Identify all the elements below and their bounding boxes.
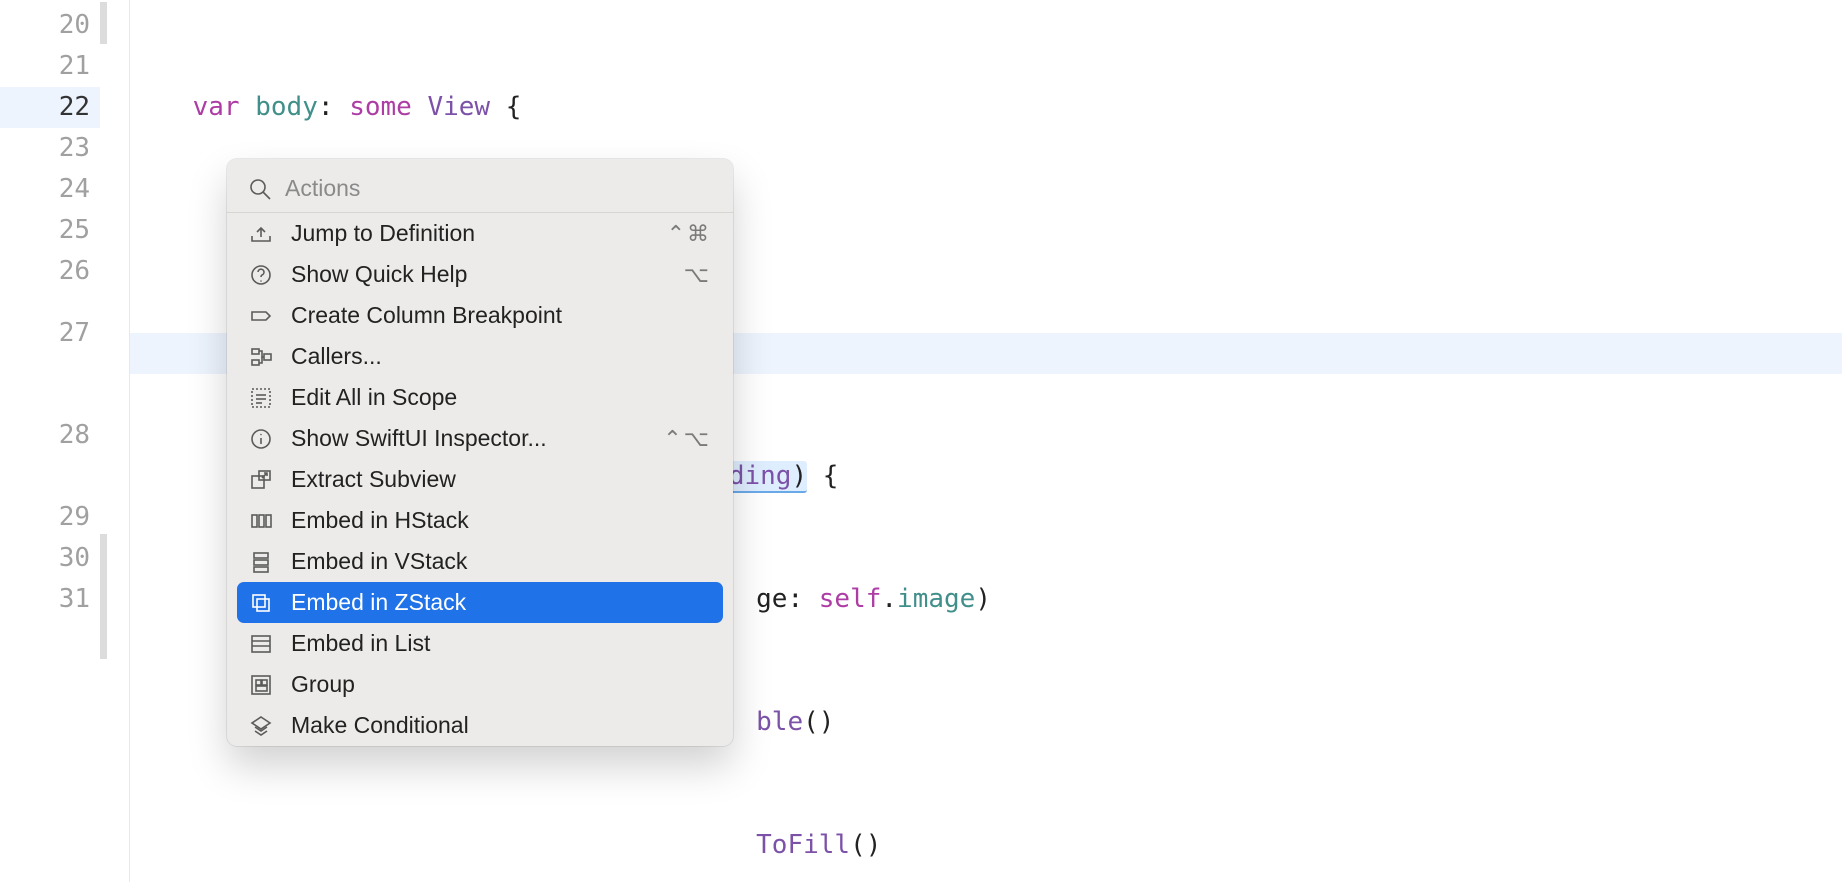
menu-make-conditional[interactable]: Make Conditional — [227, 705, 733, 746]
line-number[interactable]: 21 — [0, 46, 90, 87]
group-icon — [249, 673, 273, 697]
line-number-active[interactable]: 22 — [0, 87, 100, 128]
menu-label: Edit All in Scope — [291, 384, 711, 411]
change-mark — [100, 2, 107, 44]
menu-label: Embed in VStack — [291, 548, 711, 575]
menu-embed-zstack[interactable]: Embed in ZStack — [237, 582, 723, 623]
menu-label: Embed in HStack — [291, 507, 711, 534]
code-line[interactable]: var body: some View { — [130, 87, 1842, 128]
line-number[interactable]: 29 — [0, 497, 90, 538]
menu-embed-vstack[interactable]: Embed in VStack — [227, 541, 733, 582]
menu-label: Show SwiftUI Inspector... — [291, 425, 645, 452]
callers-icon — [249, 345, 273, 369]
line-number[interactable]: 26 — [0, 251, 90, 292]
menu-label: Callers... — [291, 343, 711, 370]
menu-embed-list[interactable]: Embed in List — [227, 623, 733, 664]
change-mark — [100, 534, 107, 659]
line-number-gutter: 20 21 22 23 24 25 26 27 28 29 30 31 — [0, 0, 100, 882]
menu-shortcut: ⌥ — [684, 262, 711, 288]
extract-icon — [249, 468, 273, 492]
line-number[interactable]: 30 — [0, 538, 90, 579]
jump-definition-icon — [249, 222, 273, 246]
line-number[interactable]: 20 — [0, 5, 90, 46]
line-number[interactable]: 23 — [0, 128, 90, 169]
zstack-icon — [249, 591, 273, 615]
menu-label: Jump to Definition — [291, 220, 649, 247]
menu-shortcut: ⌃⌘ — [667, 221, 711, 247]
menu-label: Embed in List — [291, 630, 711, 657]
decl-name: body — [255, 92, 318, 122]
help-icon — [249, 263, 273, 287]
line-number[interactable]: 27 — [0, 292, 90, 374]
menu-label: Show Quick Help — [291, 261, 666, 288]
menu-jump-to-definition[interactable]: Jump to Definition ⌃⌘ — [227, 213, 733, 254]
menu-label: Extract Subview — [291, 466, 711, 493]
menu-show-swiftui-inspector[interactable]: Show SwiftUI Inspector... ⌃⌥ — [227, 418, 733, 459]
breakpoint-icon — [249, 304, 273, 328]
menu-extract-subview[interactable]: Extract Subview — [227, 459, 733, 500]
edit-scope-icon — [249, 386, 273, 410]
keyword-var: var — [193, 92, 240, 122]
menu-label: Make Conditional — [291, 712, 711, 739]
menu-label: Embed in ZStack — [291, 589, 711, 616]
conditional-icon — [249, 714, 273, 738]
hstack-icon — [249, 509, 273, 533]
actions-popup: Actions Jump to Definition ⌃⌘ Show Quick… — [227, 159, 733, 746]
menu-edit-all-in-scope[interactable]: Edit All in Scope — [227, 377, 733, 418]
menu-show-quick-help[interactable]: Show Quick Help ⌥ — [227, 254, 733, 295]
menu-callers[interactable]: Callers... — [227, 336, 733, 377]
line-number[interactable]: 31 — [0, 579, 90, 743]
vstack-icon — [249, 550, 273, 574]
list-icon — [249, 632, 273, 656]
info-icon — [249, 427, 273, 451]
line-number[interactable]: 24 — [0, 169, 90, 210]
line-number[interactable]: 25 — [0, 210, 90, 251]
code-line[interactable]: ToFill() — [130, 825, 1842, 866]
actions-search-placeholder: Actions — [285, 175, 360, 202]
menu-create-column-breakpoint[interactable]: Create Column Breakpoint — [227, 295, 733, 336]
menu-embed-hstack[interactable]: Embed in HStack — [227, 500, 733, 541]
gutter-change-marks — [100, 0, 130, 882]
menu-shortcut: ⌃⌥ — [663, 426, 711, 452]
search-icon — [249, 178, 271, 200]
menu-label: Create Column Breakpoint — [291, 302, 711, 329]
menu-group[interactable]: Group — [227, 664, 733, 705]
menu-label: Group — [291, 671, 711, 698]
actions-search[interactable]: Actions — [227, 169, 733, 212]
line-number[interactable]: 28 — [0, 374, 90, 497]
